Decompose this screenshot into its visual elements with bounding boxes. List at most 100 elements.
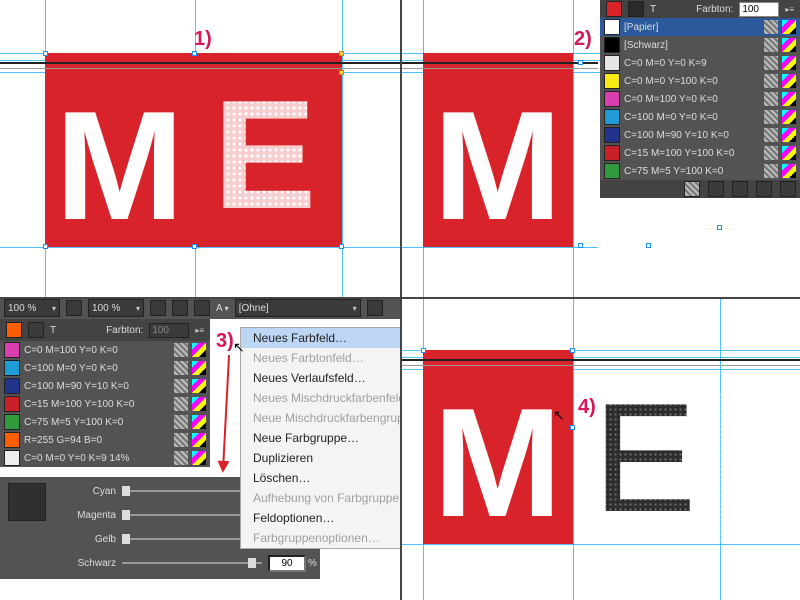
slider-knob[interactable]	[122, 534, 130, 544]
menu-item[interactable]: Feldoptionen…	[241, 508, 416, 528]
page-edge	[0, 68, 400, 69]
selection-handle[interactable]	[570, 425, 575, 430]
tint-input[interactable]	[149, 323, 189, 338]
swatch-mode-icon	[782, 20, 796, 34]
letter-e-dark[interactable]: E	[593, 392, 723, 542]
flyout-menu-icon[interactable]: ▸≡	[195, 326, 204, 335]
swatch-row[interactable]: C=100 M=90 Y=10 K=0	[600, 126, 800, 144]
letter-m: M	[55, 77, 184, 255]
page-edge	[400, 359, 800, 361]
selection-handle[interactable]	[43, 244, 48, 249]
slider-track[interactable]	[122, 562, 262, 564]
menu-item[interactable]: Löschen…	[241, 468, 416, 488]
selection-handle[interactable]	[192, 244, 197, 249]
swatch-row[interactable]: [Schwarz]	[600, 36, 800, 54]
object-style-dropdown[interactable]: [Ohne]	[235, 299, 361, 317]
flyout-menu-icon[interactable]: ▸≡	[785, 5, 794, 14]
canvas-guide	[573, 297, 574, 600]
tint-label: Farbton:	[106, 325, 143, 336]
selection-handle[interactable]	[339, 70, 344, 75]
panel-step-1: M E 1)	[0, 0, 400, 297]
slider-knob[interactable]	[248, 558, 256, 568]
selection-handle[interactable]	[578, 60, 583, 65]
swatch-type-icon	[174, 379, 188, 393]
stroke-indicator-icon[interactable]	[28, 322, 44, 338]
swatch-type-icon	[174, 343, 188, 357]
swatch-type-icon	[174, 397, 188, 411]
swatch-row[interactable]: [Papier]	[600, 18, 800, 36]
swatch-mode-icon	[782, 38, 796, 52]
art-block-1[interactable]: M E	[45, 53, 342, 247]
cmyk-slider-row: Schwarz%	[48, 551, 320, 575]
swatch-mode-icon	[192, 379, 206, 393]
flip-v-icon[interactable]	[194, 300, 210, 316]
swatches-panel-small[interactable]: T Farbton: ▸≡ C=0 M=100 Y=0 K=0C=100 M=0…	[0, 319, 210, 467]
fill-indicator-icon[interactable]	[606, 1, 622, 17]
style-override-icon[interactable]	[367, 300, 383, 316]
swatches-panel-header[interactable]: T Farbton: ▸≡	[0, 319, 210, 341]
selection-handle[interactable]	[339, 244, 344, 249]
swatch-name: C=100 M=90 Y=10 K=0	[24, 381, 170, 392]
menu-item[interactable]: Neues Verlaufsfeld…	[241, 368, 416, 388]
link-scale-icon[interactable]	[66, 300, 82, 316]
swatches-panel-header[interactable]: T Farbton: ▸≡	[600, 0, 800, 18]
character-mode-icon[interactable]: A▾	[216, 303, 229, 314]
selection-handle[interactable]	[192, 51, 197, 56]
new-folder-icon[interactable]	[732, 181, 748, 197]
type-toggle-icon[interactable]: T	[50, 325, 56, 336]
swap-icon[interactable]	[628, 1, 644, 17]
selection-handle[interactable]	[646, 243, 651, 248]
selection-handle[interactable]	[43, 51, 48, 56]
cursor-pointer-icon: ↖	[553, 407, 565, 424]
rotate-icon[interactable]	[150, 300, 166, 316]
selection-handle-link[interactable]	[339, 51, 344, 56]
menu-item: Neue Mischdruckfarbengruppe…	[241, 408, 416, 428]
fill-indicator-icon[interactable]	[6, 322, 22, 338]
selection-handle[interactable]	[717, 225, 722, 230]
swatch-row[interactable]: C=0 M=100 Y=0 K=0	[600, 90, 800, 108]
swatch-row[interactable]: R=255 G=94 B=0	[0, 431, 210, 449]
swatch-row[interactable]: C=75 M=5 Y=100 K=0	[600, 162, 800, 180]
menu-item[interactable]: Duplizieren	[241, 448, 416, 468]
swatch-row[interactable]: C=0 M=100 Y=0 K=0	[0, 341, 210, 359]
swatch-view-icon[interactable]	[684, 181, 700, 197]
scale-y-dropdown[interactable]: 100 %	[88, 299, 144, 317]
type-toggle-icon[interactable]: T	[650, 4, 660, 15]
slider-knob[interactable]	[122, 510, 130, 520]
page-edge	[400, 68, 598, 69]
swatch-row[interactable]: C=0 M=0 Y=100 K=0	[600, 72, 800, 90]
selection-handle[interactable]	[570, 348, 575, 353]
swatches-panel[interactable]: T Farbton: ▸≡ [Papier][Schwarz]C=0 M=0 Y…	[600, 0, 800, 198]
letter-m: M	[433, 374, 562, 552]
swatch-row[interactable]: C=100 M=90 Y=10 K=0	[0, 377, 210, 395]
selection-handle[interactable]	[421, 348, 426, 353]
swatch-view-icon[interactable]	[708, 181, 724, 197]
art-block-2[interactable]: M	[423, 53, 573, 247]
swatches-flyout-menu[interactable]: Neues Farbfeld…Neues Farbtonfeld…Neues V…	[240, 327, 417, 549]
swatch-mode-icon	[192, 397, 206, 411]
swatch-list[interactable]: C=0 M=100 Y=0 K=0C=100 M=0 Y=0 K=0 C=100 …	[0, 341, 210, 467]
new-swatch-icon[interactable]	[756, 181, 772, 197]
swatch-row[interactable]: C=75 M=5 Y=100 K=0	[0, 413, 210, 431]
swatch-row[interactable]: C=0 M=0 Y=0 K=9 14%	[0, 449, 210, 467]
slider-value-input[interactable]	[268, 555, 306, 572]
grid-divider-vertical	[400, 0, 402, 600]
menu-item[interactable]: Neue Farbgruppe…	[241, 428, 416, 448]
swatch-row[interactable]: C=100 M=0 Y=0 K=0	[0, 359, 210, 377]
tint-input[interactable]	[739, 2, 779, 17]
swatch-type-icon	[764, 38, 778, 52]
swatch-row[interactable]: C=100 M=0 Y=0 K=0	[600, 108, 800, 126]
swatch-list[interactable]: [Papier][Schwarz]C=0 M=0 Y=0 K=9C=0 M=0 …	[600, 18, 800, 180]
swatch-row[interactable]: C=0 M=0 Y=0 K=9	[600, 54, 800, 72]
slider-label: Gelb	[48, 534, 122, 545]
trash-icon[interactable]	[780, 181, 796, 197]
flip-h-icon[interactable]	[172, 300, 188, 316]
swatch-row[interactable]: C=15 M=100 Y=100 K=0	[600, 144, 800, 162]
swatch-row[interactable]: C=15 M=100 Y=100 K=0	[0, 395, 210, 413]
menu-item[interactable]: Neues Farbfeld…	[241, 328, 416, 348]
art-block-4-m[interactable]: M	[423, 350, 573, 544]
scale-x-dropdown[interactable]: 100 %	[4, 299, 60, 317]
selection-handle[interactable]	[578, 243, 583, 248]
page-edge	[0, 62, 400, 64]
slider-knob[interactable]	[122, 486, 130, 496]
